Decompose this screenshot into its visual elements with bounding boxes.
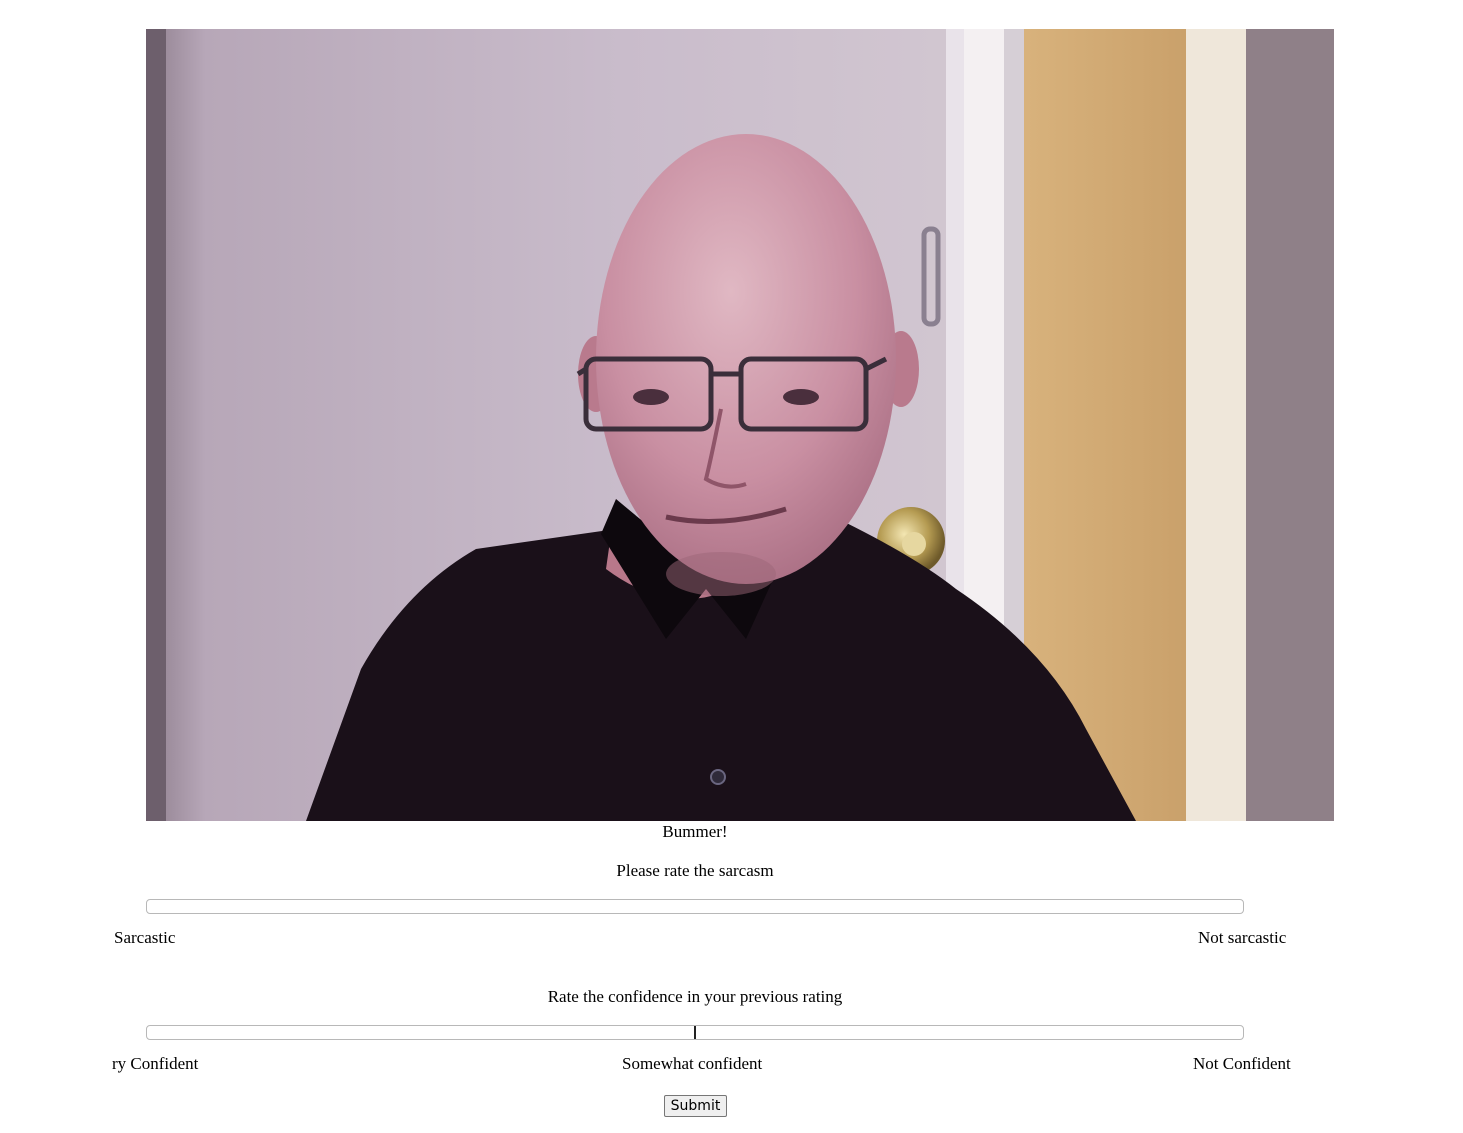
sarcasm-right-label: Not sarcastic xyxy=(1198,928,1287,947)
confidence-slider-handle[interactable] xyxy=(694,1026,696,1039)
confidence-middle-label: Somewhat confident xyxy=(622,1054,763,1073)
video-player[interactable] xyxy=(146,29,1334,821)
rating-page: Bummer! Please rate the sarcasm Sarcasti… xyxy=(0,0,1463,1133)
submit-button[interactable]: Submit xyxy=(664,1095,727,1117)
sarcasm-prompt: Please rate the sarcasm xyxy=(616,861,774,880)
video-caption: Bummer! xyxy=(662,822,728,841)
sarcasm-slider[interactable] xyxy=(146,899,1244,914)
confidence-prompt: Rate the confidence in your previous rat… xyxy=(547,987,843,1006)
confidence-left-label: ry Confident xyxy=(112,1054,199,1073)
confidence-right-label: Not Confident xyxy=(1193,1054,1291,1073)
video-frame-image xyxy=(146,29,1334,821)
sarcasm-left-label: Sarcastic xyxy=(114,928,176,947)
confidence-slider[interactable] xyxy=(146,1025,1244,1040)
